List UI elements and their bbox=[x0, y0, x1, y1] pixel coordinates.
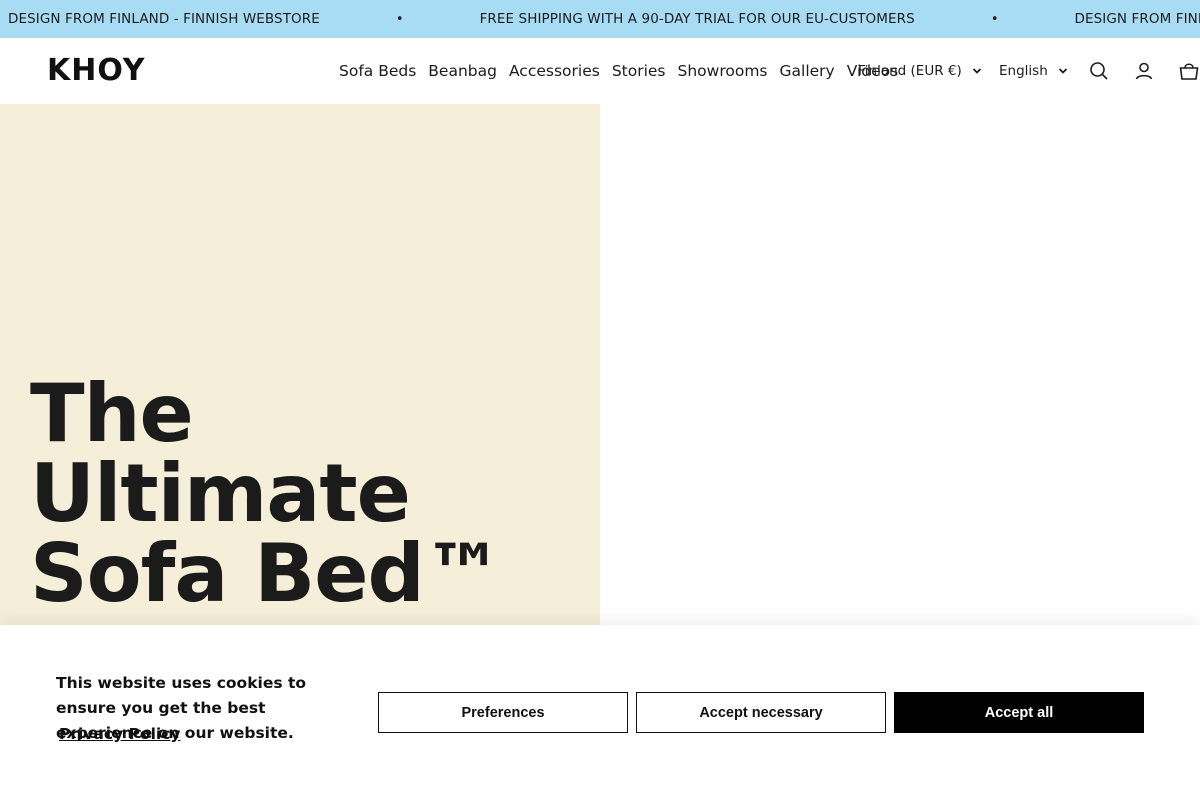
privacy-policy-link[interactable]: Privacy Policy bbox=[59, 725, 181, 743]
cart-icon[interactable] bbox=[1178, 60, 1200, 82]
nav-item-gallery[interactable]: Gallery bbox=[780, 62, 835, 80]
main-nav: Sofa Beds Beanbag Accessories Stories Sh… bbox=[339, 38, 910, 104]
announcement-separator: • bbox=[395, 11, 404, 27]
announcement-bar: DESIGN FROM FINLAND - FINNISH WEBSTORE •… bbox=[0, 0, 1200, 38]
hero-panel: The Ultimate Sofa Bed™ bbox=[0, 104, 600, 625]
announcement-track: DESIGN FROM FINLAND - FINNISH WEBSTORE •… bbox=[8, 0, 1200, 38]
country-selector-label: Finland (EUR €) bbox=[858, 63, 962, 79]
chevron-down-icon bbox=[972, 68, 981, 74]
nav-item-showrooms[interactable]: Showrooms bbox=[678, 62, 768, 80]
cookie-banner: This website uses cookies to ensure you … bbox=[0, 625, 1200, 800]
hero-title-line: Sofa Bed™ bbox=[30, 527, 504, 620]
account-icon[interactable] bbox=[1133, 60, 1155, 82]
site-logo[interactable]: KHOY bbox=[47, 54, 146, 88]
announcement-separator: • bbox=[990, 11, 999, 27]
site-header: KHOY Sofa Beds Beanbag Accessories Stori… bbox=[0, 38, 1200, 104]
announcement-message: FREE SHIPPING WITH A 90-DAY TRIAL FOR OU… bbox=[479, 11, 915, 27]
hero-title-line: Ultimate bbox=[30, 447, 411, 540]
hero-title-line: The bbox=[30, 367, 194, 460]
nav-item-beanbag[interactable]: Beanbag bbox=[428, 62, 497, 80]
announcement-message: DESIGN FROM FINLAND - FINNISH WEBSTORE bbox=[1074, 11, 1200, 27]
announcement-message: DESIGN FROM FINLAND - FINNISH WEBSTORE bbox=[8, 11, 320, 27]
country-selector[interactable]: Finland (EUR €) bbox=[858, 38, 982, 104]
chevron-down-icon bbox=[1058, 68, 1067, 74]
nav-item-stories[interactable]: Stories bbox=[612, 62, 666, 80]
accept-all-button[interactable]: Accept all bbox=[894, 692, 1144, 733]
accept-necessary-button[interactable]: Accept necessary bbox=[636, 692, 886, 733]
preferences-button[interactable]: Preferences bbox=[378, 692, 628, 733]
language-selector[interactable]: English bbox=[999, 38, 1068, 104]
nav-item-accessories[interactable]: Accessories bbox=[509, 62, 600, 80]
nav-item-sofa-beds[interactable]: Sofa Beds bbox=[339, 62, 416, 80]
search-icon[interactable] bbox=[1088, 60, 1110, 82]
language-selector-label: English bbox=[999, 63, 1048, 79]
hero-title: The Ultimate Sofa Bed™ bbox=[30, 367, 504, 620]
